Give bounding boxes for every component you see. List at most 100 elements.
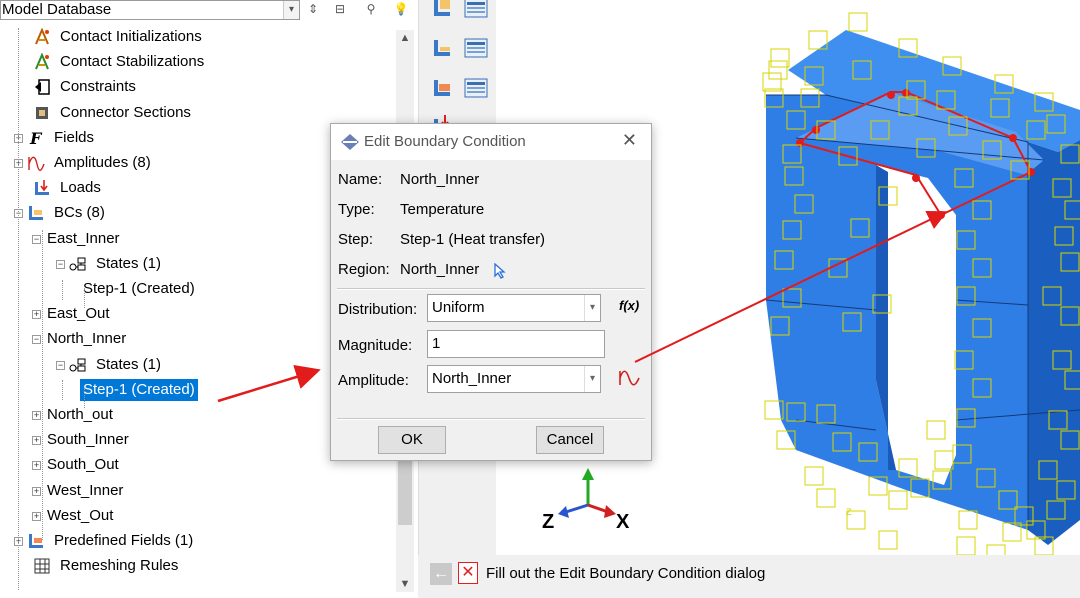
tree-item-label[interactable]: BCs (8): [51, 202, 108, 224]
triad-z-label: Z: [542, 511, 554, 533]
tree-item-label[interactable]: Connector Sections: [57, 102, 194, 124]
region-key: Region:: [338, 261, 390, 278]
model-database-select[interactable]: Model Database ▾: [0, 0, 300, 20]
tree-item-label[interactable]: West_Out: [44, 505, 116, 527]
tree-item[interactable]: Remeshing Rules: [32, 555, 181, 577]
manager-icon-3[interactable]: [463, 76, 489, 100]
magnitude-input[interactable]: 1: [427, 330, 605, 358]
tree-item[interactable]: − North_Inner: [32, 328, 129, 350]
tree-item-label[interactable]: East_Out: [44, 303, 113, 325]
tree-item-label[interactable]: Loads: [57, 177, 104, 199]
dialog-title: Edit Boundary Condition: [364, 133, 526, 150]
fields-icon: F: [26, 129, 46, 147]
chevron-down-icon[interactable]: ▾: [584, 295, 600, 321]
ok-button[interactable]: OK: [378, 426, 446, 454]
tree-filter-icon[interactable]: ⚲: [362, 1, 380, 17]
scroll-down-icon[interactable]: ▼: [396, 578, 414, 590]
tree-item[interactable]: + F Fields: [14, 127, 97, 149]
amplitude-icon: [26, 154, 46, 172]
tree-item-label[interactable]: Remeshing Rules: [57, 555, 181, 577]
tree-item-label[interactable]: Step-1 (Created): [80, 379, 198, 401]
dialog-titlebar[interactable]: Edit Boundary Condition ✕: [331, 124, 651, 160]
chevron-down-icon[interactable]: ▾: [283, 1, 299, 19]
bc-marker: [762, 72, 782, 92]
tree-item-label[interactable]: South_Inner: [44, 429, 132, 451]
fx-button[interactable]: f(x): [619, 298, 639, 313]
expand-icon[interactable]: +: [32, 309, 41, 319]
tree-item[interactable]: Connector Sections: [32, 102, 194, 124]
collapse-icon[interactable]: −: [56, 360, 65, 370]
bc-marker: [888, 490, 908, 510]
tree-item-label[interactable]: Step-1 (Created): [80, 278, 198, 300]
region-row: Region: North_Inner: [338, 261, 507, 279]
tree-item[interactable]: Contact Stabilizations: [32, 51, 207, 73]
step-value: Step-1 (Heat transfer): [400, 231, 546, 248]
create-bc-tool-icon[interactable]: [429, 0, 455, 20]
contact-init-icon: [32, 28, 52, 46]
prompt-back-icon[interactable]: ←: [430, 563, 452, 585]
cancel-button[interactable]: Cancel: [536, 426, 604, 454]
tree-item[interactable]: + West_Out: [32, 505, 116, 527]
separator: [337, 418, 645, 420]
tree-item[interactable]: + South_Inner: [32, 429, 132, 451]
tree-item-label[interactable]: Contact Stabilizations: [57, 51, 207, 73]
expand-icon[interactable]: +: [32, 410, 41, 420]
triad-x-label: X: [616, 511, 630, 533]
prompt-text: Fill out the Edit Boundary Condition dia…: [486, 565, 766, 582]
manager-icon-2[interactable]: [463, 36, 489, 60]
distribution-select[interactable]: Uniform ▾: [427, 294, 601, 322]
create-bc-icon-2[interactable]: [429, 36, 455, 60]
collapse-icon[interactable]: −: [56, 259, 65, 269]
tree-item-label[interactable]: States (1): [93, 354, 164, 376]
expand-icon[interactable]: +: [32, 460, 41, 470]
tree-item[interactable]: Loads: [32, 177, 104, 199]
prompt-cancel-icon[interactable]: ✕: [458, 562, 478, 584]
expand-icon[interactable]: +: [32, 435, 41, 445]
bcs-icon: [26, 204, 46, 222]
close-icon[interactable]: ✕: [622, 130, 637, 151]
tree-item-label[interactable]: West_Inner: [44, 480, 126, 502]
tree-item[interactable]: Contact Initializations: [32, 26, 205, 48]
bc-manager-tool-icon[interactable]: [463, 0, 489, 20]
tree-item-label[interactable]: South_Out: [44, 454, 122, 476]
predefined-field-tool-icon[interactable]: [429, 76, 455, 100]
tree-item-label[interactable]: Constraints: [57, 76, 139, 98]
tree-item-label[interactable]: North_Inner: [44, 328, 129, 350]
tree-item-label[interactable]: East_Inner: [44, 228, 123, 250]
scroll-up-icon[interactable]: ▲: [396, 32, 414, 44]
create-amplitude-icon[interactable]: [617, 367, 643, 389]
tree-item-label[interactable]: Fields: [51, 127, 97, 149]
edit-bc-dialog: Edit Boundary Condition ✕ Name: North_In…: [330, 123, 652, 461]
tree-item[interactable]: − East_Inner: [32, 228, 123, 250]
tree-item[interactable]: + Amplitudes (8): [14, 152, 154, 174]
tree-item-label[interactable]: States (1): [93, 253, 164, 275]
tree-item[interactable]: + West_Inner: [32, 480, 126, 502]
collapse-tree-icon[interactable]: ⊟: [331, 1, 349, 17]
amplitude-select[interactable]: North_Inner ▾: [427, 365, 601, 393]
collapse-icon[interactable]: −: [32, 234, 41, 244]
tree-item[interactable]: + South_Out: [32, 454, 122, 476]
tree-item[interactable]: Constraints: [32, 76, 139, 98]
tree-item[interactable]: − States (1): [56, 354, 164, 376]
tree-connector: [62, 280, 63, 300]
tree-item[interactable]: Step-1 (Created): [80, 379, 198, 401]
contact-stab-icon: [32, 53, 52, 71]
tree-item[interactable]: − States (1): [56, 253, 164, 275]
tree-item-label[interactable]: North_out: [44, 404, 116, 426]
select-region-icon[interactable]: [493, 263, 507, 279]
tree-item-label[interactable]: Contact Initializations: [57, 26, 205, 48]
tree-item[interactable]: + East_Out: [32, 303, 113, 325]
lightbulb-icon[interactable]: 💡: [392, 1, 410, 17]
tree-item-label[interactable]: Predefined Fields (1): [51, 530, 196, 552]
expand-icon[interactable]: +: [32, 486, 41, 496]
tree-item[interactable]: Step-1 (Created): [80, 278, 198, 300]
tree-item[interactable]: + North_out: [32, 404, 116, 426]
sort-icon[interactable]: ⇕: [304, 1, 322, 17]
tree-item-label[interactable]: Amplitudes (8): [51, 152, 154, 174]
magnitude-label: Magnitude:: [338, 337, 413, 354]
dialog-app-icon: [341, 134, 359, 150]
tree-item[interactable]: − BCs (8): [14, 202, 108, 224]
chevron-down-icon[interactable]: ▾: [584, 366, 600, 392]
collapse-icon[interactable]: −: [32, 334, 41, 344]
expand-icon[interactable]: +: [32, 511, 41, 521]
